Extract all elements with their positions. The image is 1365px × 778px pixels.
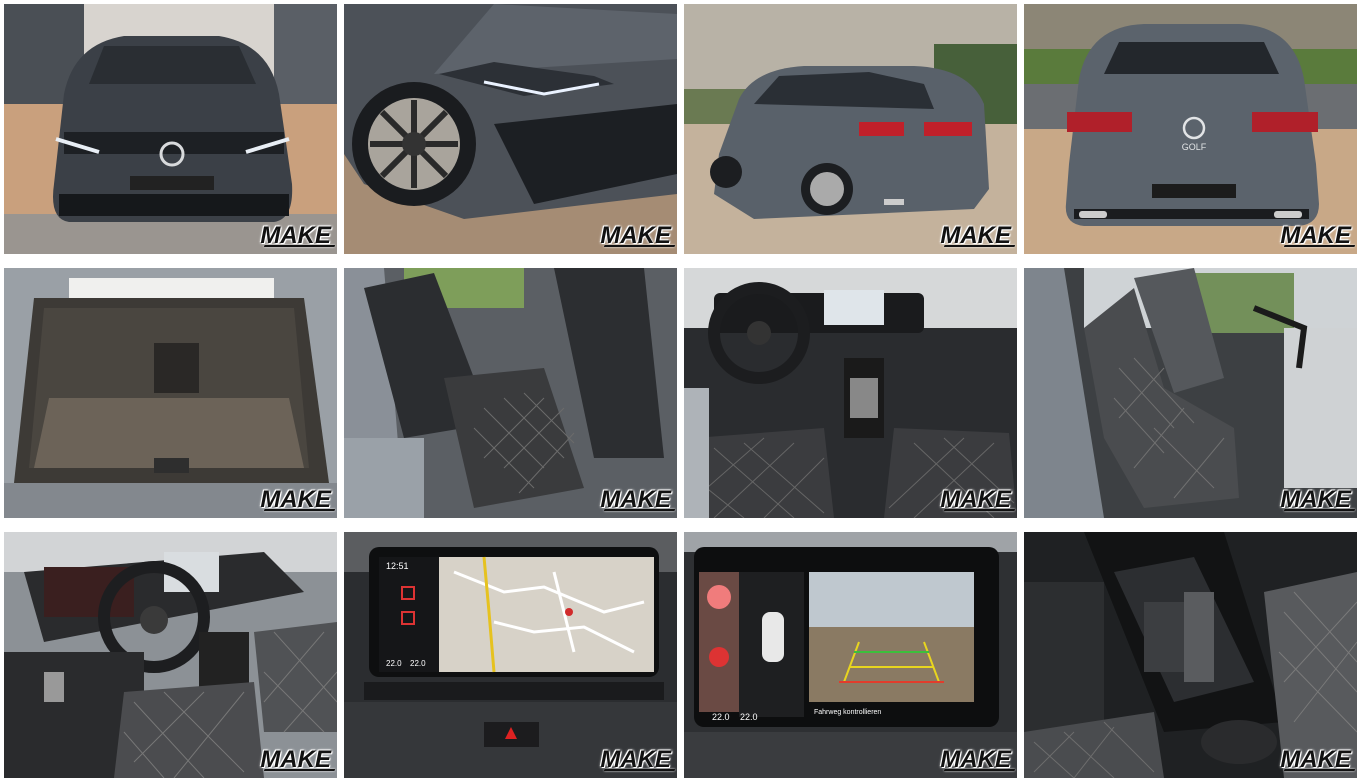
watermark-logo: MAKE <box>600 746 671 773</box>
watermark-logo: MAKE <box>600 222 671 249</box>
watermark-logo: MAKE <box>260 222 331 249</box>
photo-rear-exterior[interactable]: GOLF MAKE <box>1024 4 1357 254</box>
watermark-logo: MAKE <box>940 746 1011 773</box>
photo-rear-quarter-exterior[interactable]: MAKE <box>684 4 1017 254</box>
photo-trunk[interactable]: MAKE <box>4 268 337 518</box>
nav-screen-image: 12:51 22.0 22.0 <box>344 532 677 778</box>
watermark-logo: MAKE <box>940 486 1011 513</box>
photo-navigation-screen[interactable]: 12:51 22.0 22.0 MAKE <box>344 532 677 778</box>
cockpit-image <box>4 532 337 778</box>
photo-driver-seat-side[interactable]: MAKE <box>1024 268 1357 518</box>
camera-temp-right: 22.0 <box>740 712 758 722</box>
driver-seat-image <box>1024 268 1357 518</box>
photo-rear-seats[interactable]: MAKE <box>344 268 677 518</box>
watermark-logo: MAKE <box>940 222 1011 249</box>
watermark-logo: MAKE <box>1280 222 1351 249</box>
screen-temp-right: 22.0 <box>410 659 426 668</box>
rear-badge-text: GOLF <box>1182 142 1207 152</box>
headlight-wheel-image <box>344 4 677 254</box>
car-front-image <box>4 4 337 254</box>
trunk-image <box>4 268 337 518</box>
watermark-logo: MAKE <box>260 486 331 513</box>
photo-rear-camera-screen[interactable]: Fahrweg kontrollieren 22.0 22.0 MAKE <box>684 532 1017 778</box>
watermark-logo: MAKE <box>1280 486 1351 513</box>
photo-dashboard-front-seats[interactable]: MAKE <box>684 268 1017 518</box>
watermark-logo: MAKE <box>600 486 671 513</box>
photo-front-headlight-wheel[interactable]: MAKE <box>344 4 677 254</box>
car-rear-image: GOLF <box>1024 4 1357 254</box>
camera-screen-image: Fahrweg kontrollieren 22.0 22.0 <box>684 532 1017 778</box>
rear-quarter-image <box>684 4 1017 254</box>
photo-front-exterior[interactable]: MAKE <box>4 4 337 254</box>
photo-center-console[interactable]: MAKE <box>1024 532 1357 778</box>
camera-temp-left: 22.0 <box>712 712 730 722</box>
screen-temp-left: 22.0 <box>386 659 402 668</box>
photo-cockpit-steering-wheel[interactable]: MAKE <box>4 532 337 778</box>
photo-gallery: MAKE MAKE MAKE GOLF MAKE MAKE MAKE MAKE … <box>0 0 1365 778</box>
dashboard-image <box>684 268 1017 518</box>
watermark-logo: MAKE <box>1280 746 1351 773</box>
center-console-image <box>1024 532 1357 778</box>
camera-caption: Fahrweg kontrollieren <box>814 709 881 716</box>
rear-seats-image <box>344 268 677 518</box>
watermark-logo: MAKE <box>260 746 331 773</box>
screen-clock: 12:51 <box>386 561 409 571</box>
